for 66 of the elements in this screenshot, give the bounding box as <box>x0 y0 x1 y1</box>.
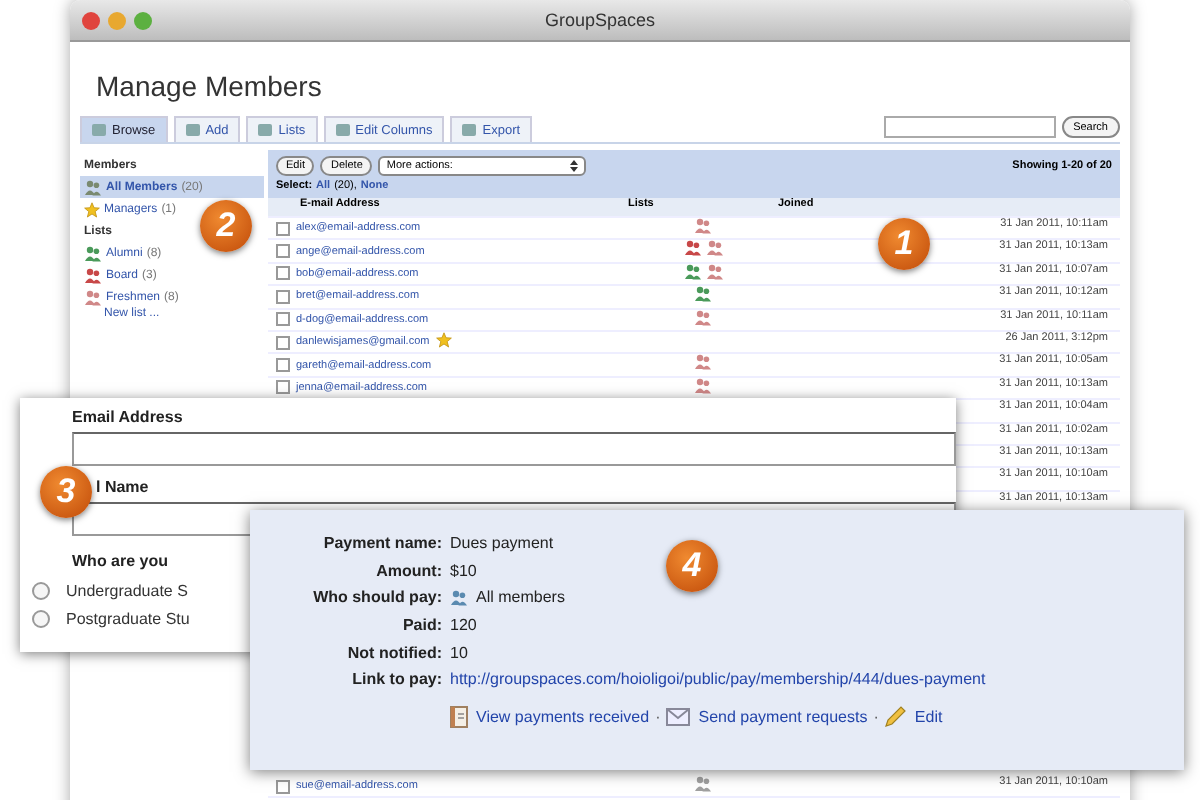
tab-icon <box>258 124 273 136</box>
updown-arrows-icon <box>570 160 579 172</box>
search-field[interactable] <box>883 116 1056 138</box>
close-icon[interactable] <box>82 11 100 29</box>
checkbox[interactable] <box>276 266 290 281</box>
list-icon <box>84 245 102 261</box>
separator-dot: · <box>873 707 879 726</box>
detail-label: Not notified: <box>345 643 442 662</box>
list-icon <box>694 218 712 234</box>
list-icon <box>705 240 723 257</box>
document-icon <box>450 705 468 728</box>
checkbox[interactable] <box>276 335 290 350</box>
radio-button[interactable] <box>32 609 50 627</box>
detail-value: All members <box>476 588 565 607</box>
list-icon <box>84 267 102 283</box>
group-icon <box>450 589 468 606</box>
list-icon <box>683 263 701 280</box>
zoom-icon[interactable] <box>134 11 152 29</box>
page-title: Manage Members <box>96 70 324 106</box>
detail-value: Dues payment <box>450 534 554 553</box>
list-icon <box>705 263 723 280</box>
tab-icon <box>335 124 350 136</box>
action-link[interactable]: Send payment requests <box>698 707 868 726</box>
input-field[interactable] <box>72 432 956 466</box>
detail-value: 10 <box>450 643 468 662</box>
group-icon <box>84 179 102 195</box>
checkbox[interactable] <box>276 358 290 373</box>
checkbox[interactable] <box>276 312 290 327</box>
field-label: Email Address <box>72 408 183 426</box>
checkbox[interactable] <box>276 380 290 395</box>
action-link[interactable]: View payments received <box>476 707 650 726</box>
detail-value: $10 <box>450 561 477 580</box>
checkbox[interactable] <box>276 244 290 259</box>
list-icon <box>694 286 712 303</box>
checkbox[interactable] <box>276 289 290 304</box>
question-label: Who are you <box>72 552 169 570</box>
tab-icon <box>185 124 200 136</box>
detail-label: Link to pay: <box>350 670 442 689</box>
list-icon <box>694 377 712 394</box>
payment-link[interactable]: http://groupspaces.com/hoioligoi/public/pay/membership/444/dues-payment <box>450 670 986 689</box>
detail-label: Paid: <box>400 616 442 635</box>
list-icon <box>694 776 712 793</box>
star-icon <box>435 332 452 349</box>
separator-dot: · <box>655 707 661 726</box>
checkbox[interactable] <box>276 221 290 236</box>
pencil-icon <box>884 705 907 728</box>
list-icon <box>683 240 701 257</box>
option-label: Undergraduate S <box>66 581 188 599</box>
option-label: Postgraduate Stu <box>66 609 190 627</box>
radio-button[interactable] <box>32 581 50 599</box>
tab-icon <box>92 124 106 136</box>
detail-label: Amount: <box>374 561 442 580</box>
tab-icon <box>462 124 477 136</box>
minimize-icon[interactable] <box>108 11 126 29</box>
detail-value: 120 <box>450 616 477 635</box>
list-icon <box>694 354 712 371</box>
detail-label: Who should pay: <box>311 588 442 607</box>
field-label: l Name <box>94 478 149 496</box>
window-title: GroupSpaces <box>544 10 656 30</box>
action-link[interactable]: Edit <box>914 707 943 726</box>
envelope-icon <box>666 707 691 726</box>
detail-label: Payment name: <box>321 534 442 553</box>
list-icon <box>694 309 712 326</box>
checkbox[interactable] <box>276 779 290 794</box>
list-icon <box>84 289 102 305</box>
star-icon <box>84 201 100 217</box>
